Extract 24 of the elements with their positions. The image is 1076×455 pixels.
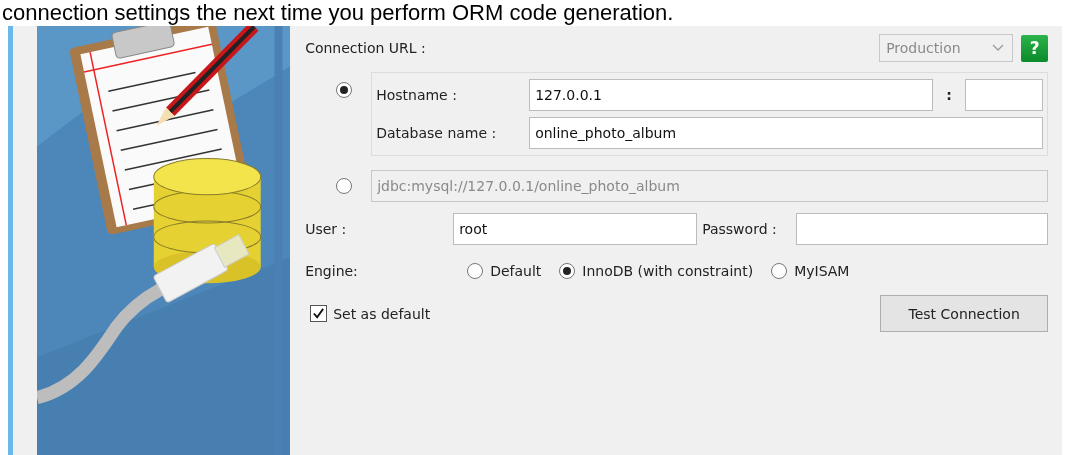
- password-field[interactable]: [796, 213, 1049, 245]
- hostname-label: Hostname :: [375, 87, 458, 103]
- hostname-radio[interactable]: [336, 82, 353, 98]
- set-as-default-label: Set as default: [333, 305, 431, 322]
- engine-radio[interactable]: [559, 263, 576, 279]
- port-field[interactable]: [965, 79, 1044, 111]
- test-connection-button[interactable]: Test Connection: [880, 295, 1049, 332]
- user-field[interactable]: root: [453, 213, 698, 245]
- engine-label: Engine:: [305, 263, 359, 279]
- database-name-field[interactable]: online_photo_album: [529, 117, 1044, 149]
- password-label: Password :: [701, 221, 778, 237]
- engine-option-label: Default: [490, 263, 542, 279]
- engine-radio[interactable]: [771, 263, 788, 279]
- database-name-label: Database name :: [375, 125, 498, 141]
- engine-option-label: MyISAM: [794, 263, 850, 279]
- engine-option-label: InnoDB (with constraint): [582, 263, 754, 279]
- intro-text: connection settings the next time you perform ORM code generation.: [1, 0, 675, 26]
- chevron-down-icon: [992, 44, 1005, 52]
- port-separator: :: [945, 87, 953, 103]
- connection-url-label: Connection URL :: [305, 40, 426, 56]
- user-label: User :: [305, 221, 348, 237]
- engine-radio[interactable]: [467, 263, 484, 279]
- hostname-field[interactable]: 127.0.0.1: [529, 79, 934, 111]
- set-as-default-checkbox[interactable]: [310, 305, 328, 322]
